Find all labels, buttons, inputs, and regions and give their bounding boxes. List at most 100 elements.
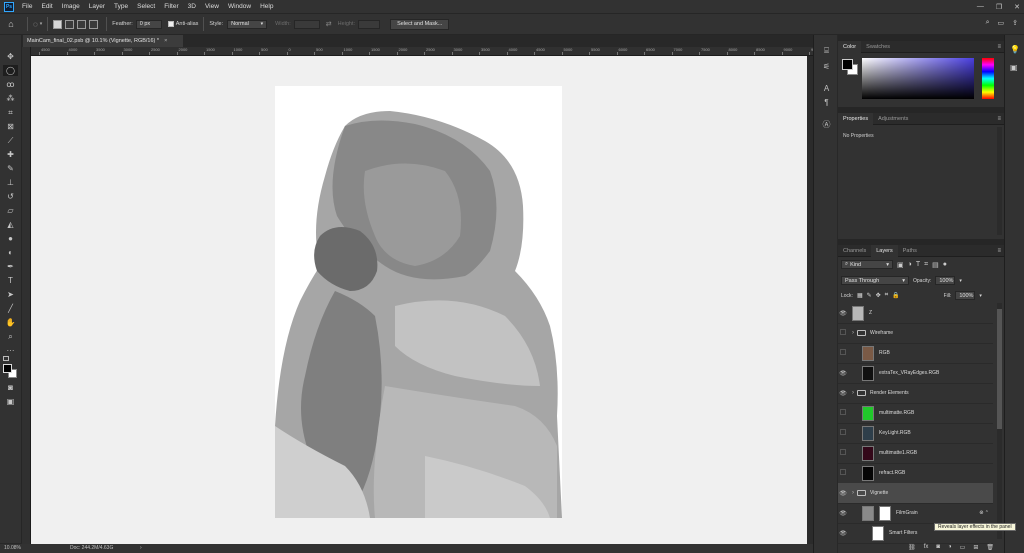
glyphs-panel-icon[interactable]: Ⓐ: [821, 119, 832, 130]
layer-row[interactable]: KeyLight.RGB: [838, 423, 993, 444]
smart-object-effects-icon[interactable]: ⊛ ⌃: [979, 510, 989, 516]
visibility-eye-icon[interactable]: 👁: [838, 490, 848, 497]
layer-thumbnail[interactable]: [862, 365, 874, 381]
add-mask-icon[interactable]: ◙: [936, 544, 940, 550]
menu-image[interactable]: Image: [62, 3, 80, 10]
menu-filter[interactable]: Filter: [164, 3, 178, 10]
preset-dropdown-icon[interactable]: ▾: [40, 21, 43, 27]
intersect-selection-icon[interactable]: [89, 19, 99, 29]
expand-arrow-icon[interactable]: ›: [852, 490, 854, 496]
more-tools-icon[interactable]: ···: [3, 345, 18, 356]
filter-shape-icon[interactable]: ⌗: [924, 261, 928, 269]
menu-help[interactable]: Help: [260, 3, 273, 10]
layer-row[interactable]: multimatte1.RGB: [838, 443, 993, 464]
visibility-off-box[interactable]: [838, 469, 848, 477]
layer-row[interactable]: 👁 Z: [838, 303, 993, 324]
visibility-eye-icon[interactable]: 👁: [838, 310, 848, 317]
status-arrow-icon[interactable]: ›: [140, 545, 142, 551]
canvas-pasteboard[interactable]: [31, 56, 807, 544]
pen-tool-icon[interactable]: ✒: [3, 261, 18, 272]
quick-mask-icon[interactable]: ◙: [3, 382, 18, 393]
layer-style-icon[interactable]: fx: [924, 544, 929, 550]
search-icon[interactable]: ⌕: [986, 19, 990, 27]
width-input[interactable]: [293, 19, 320, 29]
layer-mask-thumbnail[interactable]: [879, 505, 891, 521]
filter-toggle-icon[interactable]: ●: [943, 261, 947, 268]
hue-slider[interactable]: [982, 58, 994, 99]
adjust-panel-icon[interactable]: ⚟: [821, 61, 832, 72]
brush-tool-icon[interactable]: ✎: [3, 163, 18, 174]
foreground-color-chip[interactable]: [842, 59, 853, 70]
layer-thumbnail[interactable]: [862, 425, 874, 441]
tab-adjustments[interactable]: Adjustments: [873, 113, 913, 125]
menu-select[interactable]: Select: [137, 3, 155, 10]
tab-swatches[interactable]: Swatches: [861, 41, 895, 53]
height-input[interactable]: [358, 19, 381, 29]
healing-brush-tool-icon[interactable]: ✚: [3, 149, 18, 160]
layers-scrollbar[interactable]: [997, 303, 1002, 539]
default-colors-icon[interactable]: [3, 356, 9, 361]
panel-menu-icon[interactable]: ≡: [997, 116, 1001, 122]
chevron-down-icon[interactable]: ▾: [959, 278, 962, 284]
screen-mode-icon[interactable]: ▣: [3, 396, 18, 407]
layer-row[interactable]: 👁 FilmGrain ⊛ ⌃: [838, 503, 993, 524]
filter-adjustment-icon[interactable]: ◑: [908, 261, 912, 268]
document-canvas[interactable]: [275, 86, 562, 518]
line-tool-icon[interactable]: ╱: [3, 303, 18, 314]
panel-menu-icon[interactable]: ≡: [997, 44, 1001, 50]
blend-mode-select[interactable]: Pass Through ▾: [841, 276, 909, 285]
menu-edit[interactable]: Edit: [41, 3, 52, 10]
opacity-input[interactable]: 100%: [935, 276, 956, 285]
filter-kind-select[interactable]: ⌕ Kind ▾: [841, 260, 893, 269]
subtract-selection-icon[interactable]: [77, 19, 87, 29]
new-selection-icon[interactable]: [53, 19, 63, 29]
expand-arrow-icon[interactable]: ›: [852, 330, 854, 336]
paragraph-panel-icon[interactable]: ¶: [821, 97, 832, 108]
zoom-level[interactable]: 10.08%: [4, 545, 21, 551]
zoom-tool-icon[interactable]: ⌕: [3, 331, 18, 342]
properties-scrollbar[interactable]: [997, 127, 1002, 235]
visibility-eye-icon[interactable]: 👁: [838, 370, 848, 377]
style-select[interactable]: Normal ▾: [227, 19, 268, 29]
foreground-color-swatch[interactable]: [3, 364, 12, 373]
document-tab[interactable]: MainCam_final_02.psb @ 10.1% (Vignette, …: [23, 35, 183, 47]
frame-tool-icon[interactable]: ⊠: [3, 121, 18, 132]
lock-position-icon[interactable]: ✥: [876, 292, 881, 299]
tab-paths[interactable]: Paths: [898, 245, 922, 257]
marquee-preset-icon[interactable]: ◌: [33, 20, 38, 29]
history-panel-icon[interactable]: ⌸: [821, 45, 832, 56]
lasso-tool-icon[interactable]: ꝏ: [3, 79, 18, 90]
path-selection-tool-icon[interactable]: ➤: [3, 289, 18, 300]
eyedropper-tool-icon[interactable]: ⟋: [3, 135, 18, 146]
home-icon[interactable]: ⌂: [0, 19, 22, 29]
menu-view[interactable]: View: [205, 3, 219, 10]
menu-type[interactable]: Type: [114, 3, 128, 10]
close-tab-icon[interactable]: ×: [164, 38, 167, 44]
visibility-off-box[interactable]: [838, 429, 848, 437]
fill-input[interactable]: 100%: [955, 291, 976, 300]
filter-smart-object-icon[interactable]: ▤: [932, 261, 939, 269]
visibility-eye-icon[interactable]: 👁: [838, 390, 848, 397]
layer-row[interactable]: RGB: [838, 343, 993, 364]
filter-type-icon[interactable]: T: [916, 261, 920, 268]
layer-thumbnail[interactable]: [862, 465, 874, 481]
panel-menu-icon[interactable]: ≡: [997, 248, 1001, 254]
layer-group-row[interactable]: 👁 › Render Elements: [838, 383, 993, 404]
visibility-off-box[interactable]: [838, 349, 848, 357]
dodge-tool-icon[interactable]: ◐: [3, 247, 18, 258]
lock-transparent-icon[interactable]: ▦: [857, 292, 863, 299]
filter-mask-thumbnail[interactable]: [872, 525, 884, 541]
workspace-icon[interactable]: ▭: [998, 19, 1005, 27]
hand-tool-icon[interactable]: ✋: [3, 317, 18, 328]
lock-all-icon[interactable]: 🔒: [892, 292, 899, 299]
layer-thumbnail[interactable]: [862, 405, 874, 421]
chevron-down-icon[interactable]: ▾: [979, 293, 982, 299]
magic-wand-tool-icon[interactable]: ⁂: [3, 93, 18, 104]
add-selection-icon[interactable]: [65, 19, 75, 29]
swap-icon[interactable]: ⇄: [326, 20, 332, 28]
antialias-checkbox[interactable]: [167, 21, 174, 27]
share-icon[interactable]: ⇪: [1012, 19, 1018, 27]
layer-group-row[interactable]: › Wireframe: [838, 323, 993, 344]
menu-file[interactable]: File: [22, 3, 32, 10]
visibility-eye-icon[interactable]: 👁: [838, 530, 848, 537]
